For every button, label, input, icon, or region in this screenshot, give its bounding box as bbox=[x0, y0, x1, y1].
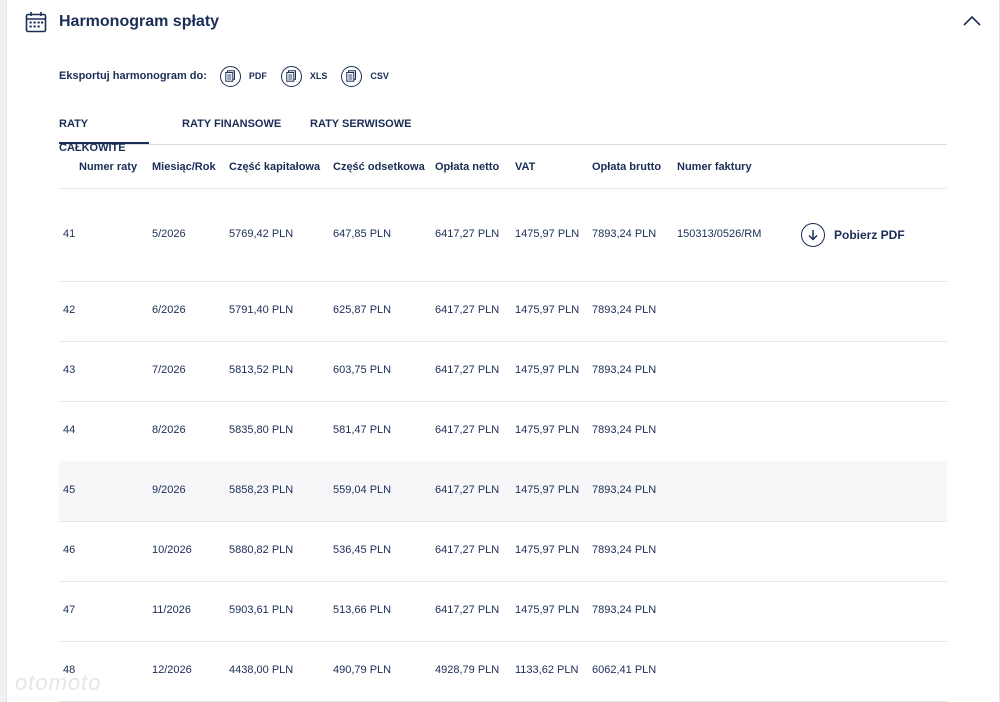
table-cell-month: 9/2026 bbox=[152, 484, 186, 496]
column-header: Część odsetkowa bbox=[333, 161, 425, 173]
column-header: Miesiąc/Rok bbox=[152, 161, 216, 173]
table-cell-capital: 5880,82 PLN bbox=[229, 544, 294, 556]
table-row: 44 8/2026 5835,80 PLN 581,47 PLN 6417,27 PLN… bbox=[59, 401, 947, 462]
export-xls-button[interactable]: XLS bbox=[280, 65, 328, 87]
table-cell-capital: 5903,61 PLN bbox=[229, 604, 294, 616]
table-row: 48 12/2026 4438,00 PLN 490,79 PLN 4928,79 PL… bbox=[59, 641, 947, 702]
table-cell-num: 44 bbox=[63, 424, 76, 436]
table-cell-num: 46 bbox=[63, 544, 76, 556]
document-icon bbox=[280, 65, 302, 87]
table-cell-gross: 7893,24 PLN bbox=[592, 604, 657, 616]
table-cell-month: 12/2026 bbox=[152, 664, 192, 676]
table-cell-interest: 490,79 PLN bbox=[333, 664, 392, 676]
table-cell-month: 11/2026 bbox=[152, 604, 191, 616]
tab-total-installments[interactable]: RATY CAŁKOWITE bbox=[59, 112, 149, 154]
export-pdf-button[interactable]: PDF bbox=[219, 65, 267, 87]
column-header: Numer raty bbox=[79, 161, 138, 173]
download-pdf-label: Pobierz PDF bbox=[834, 228, 905, 242]
table-cell-gross: 7893,24 PLN bbox=[592, 364, 657, 376]
table-cell-capital: 5769,42 PLN bbox=[229, 228, 294, 240]
table-cell-vat: 1475,97 PLN bbox=[515, 544, 580, 556]
table-cell-interest: 647,85 PLN bbox=[333, 228, 392, 240]
table-cell-interest: 559,04 PLN bbox=[333, 484, 392, 496]
table-cell-gross: 7893,24 PLN bbox=[592, 424, 657, 436]
table-cell-month: 10/2026 bbox=[152, 544, 192, 556]
panel-header[interactable]: Harmonogram spłaty bbox=[7, 0, 999, 46]
table-row: 45 9/2026 5858,23 PLN 559,04 PLN 6417,27 PLN… bbox=[59, 461, 947, 522]
table-cell-net: 6417,27 PLN bbox=[435, 544, 500, 556]
table-cell-vat: 1475,97 PLN bbox=[515, 604, 580, 616]
table-cell-net: 6417,27 PLN bbox=[435, 228, 500, 240]
column-header: Opłata netto bbox=[435, 161, 500, 173]
table-cell-capital: 4438,00 PLN bbox=[229, 664, 294, 676]
table-cell-gross: 6062,41 PLN bbox=[592, 664, 657, 676]
column-header: Opłata brutto bbox=[592, 161, 662, 173]
table-cell-net: 6417,27 PLN bbox=[435, 604, 500, 616]
table-row: 42 6/2026 5791,40 PLN 625,87 PLN 6417,27 PLN… bbox=[59, 281, 947, 342]
table-cell-num: 43 bbox=[63, 364, 76, 376]
table-cell-vat: 1475,97 PLN bbox=[515, 304, 580, 316]
table-header: Numer raty Miesiąc/Rok Część kapitałowa … bbox=[59, 144, 947, 189]
table-cell-interest: 536,45 PLN bbox=[333, 544, 392, 556]
table-cell-interest: 581,47 PLN bbox=[333, 424, 392, 436]
tab-financial-installments[interactable]: RATY FINANSOWE bbox=[182, 112, 281, 143]
table-cell-net: 6417,27 PLN bbox=[435, 424, 500, 436]
table-cell-vat: 1133,62 PLN bbox=[515, 664, 579, 676]
table-cell-vat: 1475,97 PLN bbox=[515, 424, 580, 436]
table-cell-invoice: 150313/0526/RM bbox=[677, 228, 762, 240]
column-header: VAT bbox=[515, 161, 536, 173]
table-cell-num: 47 bbox=[63, 604, 76, 616]
installment-tabs: RATY CAŁKOWITE RATY FINANSOWE RATY SERWI… bbox=[59, 112, 947, 154]
export-csv-button[interactable]: CSV bbox=[341, 65, 389, 87]
table-cell-net: 6417,27 PLN bbox=[435, 484, 500, 496]
repayment-schedule-panel: Harmonogram spłaty Eksportuj harmonogram… bbox=[6, 0, 1000, 702]
table-row: 46 10/2026 5880,82 PLN 536,45 PLN 6417,27 PL… bbox=[59, 521, 947, 582]
table-cell-interest: 603,75 PLN bbox=[333, 364, 392, 376]
table-cell-interest: 625,87 PLN bbox=[333, 304, 392, 316]
calendar-icon bbox=[25, 12, 47, 33]
export-bar: Eksportuj harmonogram do: PDF XLS CSV bbox=[59, 64, 403, 88]
table-cell-capital: 5813,52 PLN bbox=[229, 364, 294, 376]
table-cell-num: 45 bbox=[63, 484, 76, 496]
table-cell-interest: 513,66 PLN bbox=[333, 604, 392, 616]
tab-service-installments[interactable]: RATY SERWISOWE bbox=[310, 112, 411, 143]
table-cell-capital: 5858,23 PLN bbox=[229, 484, 294, 496]
table-cell-vat: 1475,97 PLN bbox=[515, 484, 580, 496]
chevron-up-icon[interactable] bbox=[963, 14, 981, 28]
table-cell-gross: 7893,24 PLN bbox=[592, 304, 657, 316]
table-cell-vat: 1475,97 PLN bbox=[515, 364, 580, 376]
panel-title: Harmonogram spłaty bbox=[59, 13, 220, 30]
export-pdf-label: PDF bbox=[248, 71, 267, 81]
document-icon bbox=[219, 65, 241, 87]
table-cell-vat: 1475,97 PLN bbox=[515, 228, 580, 240]
table-cell-gross: 7893,24 PLN bbox=[592, 228, 657, 240]
table-cell-num: 42 bbox=[63, 304, 76, 316]
watermark: otomoto bbox=[15, 670, 102, 695]
table-cell-month: 5/2026 bbox=[152, 228, 186, 240]
table-cell-num: 41 bbox=[63, 228, 76, 240]
table-cell-net: 6417,27 PLN bbox=[435, 364, 500, 376]
document-icon bbox=[341, 65, 363, 87]
column-header: Numer faktury bbox=[677, 161, 752, 173]
export-csv-label: CSV bbox=[370, 71, 389, 81]
table-cell-gross: 7893,24 PLN bbox=[592, 484, 657, 496]
table-row: 41 5/2026 5769,42 PLN 647,85 PLN 6417,27 PLN… bbox=[59, 189, 947, 282]
table-cell-month: 7/2026 bbox=[152, 364, 186, 376]
table-cell-net: 6417,27 PLN bbox=[435, 304, 500, 316]
table-cell-month: 8/2026 bbox=[152, 424, 186, 436]
export-label: Eksportuj harmonogram do: bbox=[59, 70, 207, 82]
column-header: Część kapitałowa bbox=[229, 161, 321, 173]
table-cell-net: 4928,79 PLN bbox=[435, 664, 500, 676]
table-cell-capital: 5835,80 PLN bbox=[229, 424, 294, 436]
table-cell-gross: 7893,24 PLN bbox=[592, 544, 657, 556]
download-icon bbox=[801, 223, 825, 247]
table-cell-capital: 5791,40 PLN bbox=[229, 304, 294, 316]
export-xls-label: XLS bbox=[309, 71, 328, 81]
table-row: 47 11/2026 5903,61 PLN 513,66 PLN 6417,27 PL… bbox=[59, 581, 947, 642]
table-row: 43 7/2026 5813,52 PLN 603,75 PLN 6417,27 PLN… bbox=[59, 341, 947, 402]
table-cell-month: 6/2026 bbox=[152, 304, 186, 316]
download-pdf-button[interactable]: Pobierz PDF bbox=[801, 223, 905, 247]
